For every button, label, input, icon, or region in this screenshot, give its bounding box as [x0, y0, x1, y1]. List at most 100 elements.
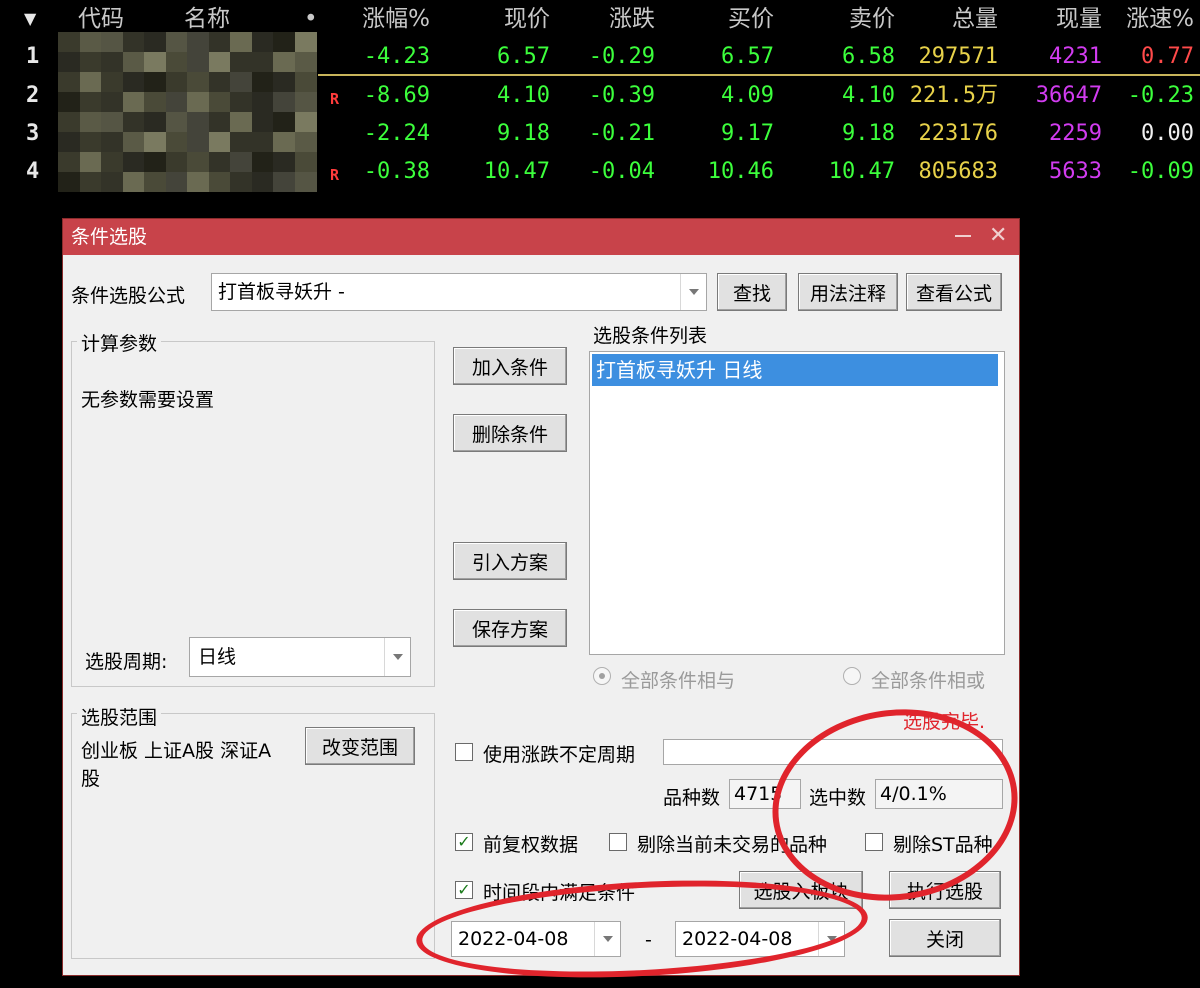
- header-volume[interactable]: 总量: [952, 0, 998, 38]
- row-speed: 0.77: [1141, 44, 1194, 69]
- mosaic-pixel: [165, 112, 188, 132]
- mosaic-pixel: [208, 32, 231, 52]
- caret-down-icon[interactable]: ▼: [24, 0, 36, 38]
- mosaic-pixel: [273, 92, 295, 112]
- mosaic-pixel: [122, 132, 145, 152]
- dialog-titlebar[interactable]: 条件选股 ✕: [63, 219, 1019, 255]
- mosaic-pixel: [79, 72, 102, 92]
- mosaic-pixel: [122, 32, 145, 52]
- mosaic-pixel: [230, 132, 252, 152]
- mosaic-pixel: [251, 112, 274, 132]
- row-change: -0.21: [588, 121, 655, 146]
- row-cur-volume: 5633: [1049, 159, 1102, 184]
- row-speed: -0.09: [1127, 159, 1194, 184]
- save-plan-button[interactable]: 保存方案: [453, 609, 567, 647]
- header-ask[interactable]: 卖价: [849, 0, 895, 38]
- condition-list[interactable]: 打首板寻妖升 日线: [589, 351, 1005, 655]
- mosaic-pixel: [122, 52, 145, 72]
- period-label: 选股周期:: [85, 651, 168, 673]
- header-price[interactable]: 现价: [504, 0, 550, 38]
- mosaic-pixel: [208, 52, 231, 72]
- row-index: 1: [26, 44, 40, 69]
- mosaic-pixel: [208, 152, 231, 172]
- change-scope-button[interactable]: 改变范围: [305, 727, 415, 765]
- header-chg-pct[interactable]: 涨幅%: [362, 0, 430, 38]
- row-change: -0.39: [588, 83, 655, 108]
- chevron-down-icon[interactable]: [680, 274, 706, 310]
- condition-list-item[interactable]: 打首板寻妖升 日线: [592, 354, 998, 386]
- mosaic-pixel: [101, 172, 123, 192]
- minimize-icon[interactable]: [955, 235, 971, 237]
- mosaic-pixel: [230, 52, 252, 72]
- close-icon[interactable]: ✕: [989, 225, 1011, 247]
- mosaic-pixel: [208, 92, 231, 112]
- exclude-untraded-checkbox[interactable]: [609, 833, 627, 851]
- mosaic-pixel: [58, 172, 80, 192]
- row-speed: -0.23: [1127, 83, 1194, 108]
- delete-condition-button[interactable]: 删除条件: [453, 414, 567, 452]
- close-button[interactable]: 关闭: [889, 919, 1001, 957]
- adjusted-data-checkbox[interactable]: ✓: [455, 833, 473, 851]
- header-speed[interactable]: 涨速%: [1126, 0, 1194, 38]
- mosaic-pixel: [165, 72, 188, 92]
- mosaic-pixel: [58, 32, 80, 52]
- mosaic-pixel: [58, 132, 80, 152]
- check-icon: ✓: [457, 832, 471, 851]
- header-bid[interactable]: 买价: [728, 0, 774, 38]
- view-formula-button[interactable]: 查看公式: [906, 273, 1002, 311]
- row-cur-volume: 2259: [1049, 121, 1102, 146]
- header-cur-volume[interactable]: 现量: [1056, 0, 1102, 38]
- row-speed: 0.00: [1141, 121, 1194, 146]
- header-change[interactable]: 涨跌: [609, 0, 655, 38]
- row-chg-pct: -4.23: [363, 44, 430, 69]
- mosaic-pixel: [144, 52, 166, 72]
- mosaic-pixel: [165, 152, 188, 172]
- mosaic-pixel: [230, 32, 252, 52]
- mosaic-pixel: [101, 72, 123, 92]
- mosaic-pixel: [187, 152, 209, 172]
- row-bid: 6.57: [721, 44, 774, 69]
- import-plan-button[interactable]: 引入方案: [453, 542, 567, 580]
- variety-count-label: 品种数: [663, 787, 721, 809]
- mosaic-pixel: [251, 52, 274, 72]
- mosaic-pixel: [187, 112, 209, 132]
- row-cur-volume: 4231: [1049, 44, 1102, 69]
- mosaic-pixel: [208, 72, 231, 92]
- params-group-title: 计算参数: [77, 329, 162, 356]
- mosaic-pixel: [165, 52, 188, 72]
- row-bid: 10.46: [707, 159, 774, 184]
- mosaic-pixel: [101, 152, 123, 172]
- check-icon: ✓: [457, 880, 471, 899]
- find-button[interactable]: 查找: [717, 273, 787, 311]
- mosaic-pixel: [79, 32, 102, 52]
- formula-combo[interactable]: 打首板寻妖升 -: [211, 273, 707, 311]
- mosaic-pixel: [101, 32, 123, 52]
- mosaic-pixel: [187, 52, 209, 72]
- mosaic-pixel: [251, 32, 274, 52]
- row-index: 2: [26, 83, 40, 108]
- usage-notes-button[interactable]: 用法注释: [798, 273, 898, 311]
- mosaic-pixel: [251, 152, 274, 172]
- period-combo[interactable]: 日线: [189, 637, 411, 677]
- all-and-label: 全部条件相与: [621, 670, 736, 692]
- mosaic-pixel: [273, 152, 295, 172]
- mosaic-pixel: [58, 112, 80, 132]
- mosaic-pixel: [251, 72, 274, 92]
- period-combo-value: 日线: [198, 646, 237, 668]
- mosaic-pixel: [79, 152, 102, 172]
- chevron-down-icon[interactable]: [384, 638, 410, 676]
- censored-code-name-mosaic: [58, 32, 317, 192]
- time-range-checkbox[interactable]: ✓: [455, 881, 473, 899]
- all-and-radio[interactable]: [593, 667, 611, 685]
- mosaic-pixel: [273, 72, 295, 92]
- mosaic-pixel: [208, 112, 231, 132]
- dialog-title: 条件选股: [71, 226, 148, 248]
- mosaic-pixel: [58, 52, 80, 72]
- row-flag: R: [330, 90, 340, 108]
- scope-group-title: 选股范围: [77, 703, 162, 730]
- all-or-radio[interactable]: [843, 667, 861, 685]
- row-change: -0.29: [588, 44, 655, 69]
- use-period-checkbox[interactable]: [455, 743, 473, 761]
- mosaic-pixel: [79, 172, 102, 192]
- add-condition-button[interactable]: 加入条件: [453, 347, 567, 385]
